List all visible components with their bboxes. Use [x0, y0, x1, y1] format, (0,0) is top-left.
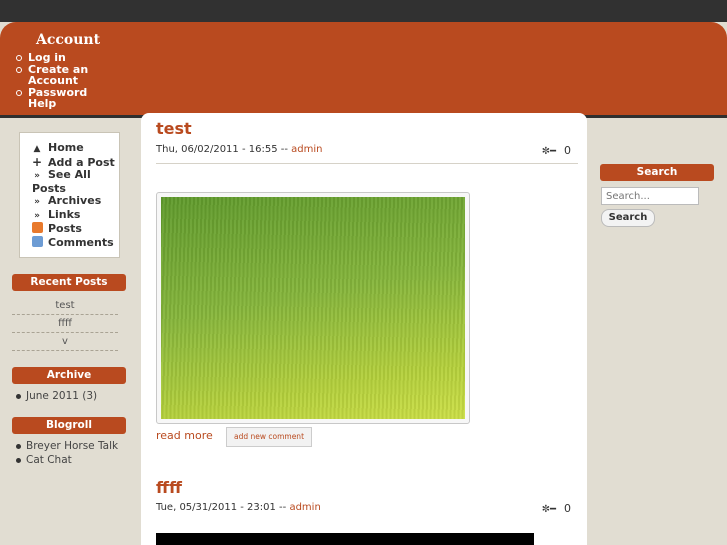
post-date: Tue, 05/31/2011 - 23:01 [156, 502, 276, 513]
nav-item-home[interactable]: ▲ Home [32, 141, 119, 156]
top-bar [0, 0, 727, 22]
archive-item: June 2011 (3) [14, 389, 97, 403]
read-more-link[interactable]: read more [156, 429, 213, 442]
meta-separator: -- [279, 502, 287, 513]
double-chevron-icon: » [34, 210, 40, 221]
account-links: Log in Create an Account Password Help [16, 52, 106, 110]
comment-count-value: 0 [564, 502, 571, 515]
nav-item-posts-feed[interactable]: Posts [32, 222, 119, 236]
post-media-embed [156, 533, 534, 545]
post-meta: Thu, 06/02/2011 - 16:55 -- admin [156, 144, 323, 155]
recent-post-item[interactable]: v [12, 333, 118, 351]
home-icon: ▲ [33, 144, 41, 154]
meta-separator: -- [280, 144, 288, 155]
nav-item-add-post[interactable]: + Add a Post [32, 154, 119, 170]
post-image [161, 197, 465, 419]
post-date: Thu, 06/02/2011 - 16:55 [156, 144, 278, 155]
post-image-frame [156, 192, 470, 424]
archive-list: June 2011 (3) [14, 389, 97, 403]
comment-count: ✼━ 0 [542, 502, 571, 515]
post-meta: Tue, 05/31/2011 - 23:01 -- admin [156, 502, 321, 513]
archive-count: (3) [82, 390, 98, 402]
rss-icon [32, 222, 43, 233]
blogroll-list: Breyer Horse Talk Cat Chat [14, 439, 118, 467]
blogroll-item[interactable]: Breyer Horse Talk [14, 439, 118, 453]
plus-icon: + [32, 154, 43, 169]
comment-icon: ✼━ [541, 146, 556, 157]
add-comment-button[interactable]: add new comment [226, 427, 312, 447]
search-input[interactable] [601, 187, 699, 205]
search-heading: Search [600, 164, 714, 181]
main-content: test Thu, 06/02/2011 - 16:55 -- admin ✼━… [141, 113, 587, 545]
archive-heading: Archive [12, 367, 126, 384]
login-link[interactable]: Log in [16, 52, 106, 63]
create-account-link[interactable]: Create an Account [16, 64, 106, 86]
nav-item-see-all-posts[interactable]: » See All Posts [20, 168, 116, 195]
post-author-link[interactable]: admin [291, 144, 322, 155]
nav-item-comments-feed[interactable]: Comments [32, 235, 119, 250]
nav-item-archives[interactable]: » Archives [32, 194, 119, 209]
comment-icon: ✼━ [541, 504, 556, 515]
recent-post-item[interactable]: test [12, 297, 118, 315]
site-header: Account Log in Create an Account Passwor… [0, 22, 727, 118]
post-title[interactable]: test [156, 119, 192, 138]
blogroll-heading: Blogroll [12, 417, 126, 434]
nav-item-links[interactable]: » Links [32, 208, 119, 223]
search-button[interactable]: Search [601, 209, 655, 227]
post-author-link[interactable]: admin [289, 502, 320, 513]
post-divider [156, 163, 578, 164]
comment-count: ✼━ 0 [542, 144, 571, 157]
post-title[interactable]: ffff [156, 478, 182, 497]
password-help-link[interactable]: Password Help [16, 87, 106, 109]
recent-posts-heading: Recent Posts [12, 274, 126, 291]
comment-count-value: 0 [564, 144, 571, 157]
recent-post-item[interactable]: ffff [12, 315, 118, 333]
nav-menu: ▲ Home + Add a Post » See All Posts » Archiv… [19, 132, 120, 258]
archive-month-link[interactable]: June 2011 [26, 390, 79, 402]
rss-icon [32, 235, 43, 247]
double-chevron-icon: » [34, 197, 40, 207]
blogroll-item[interactable]: Cat Chat [14, 453, 118, 467]
account-title: Account [36, 32, 101, 48]
